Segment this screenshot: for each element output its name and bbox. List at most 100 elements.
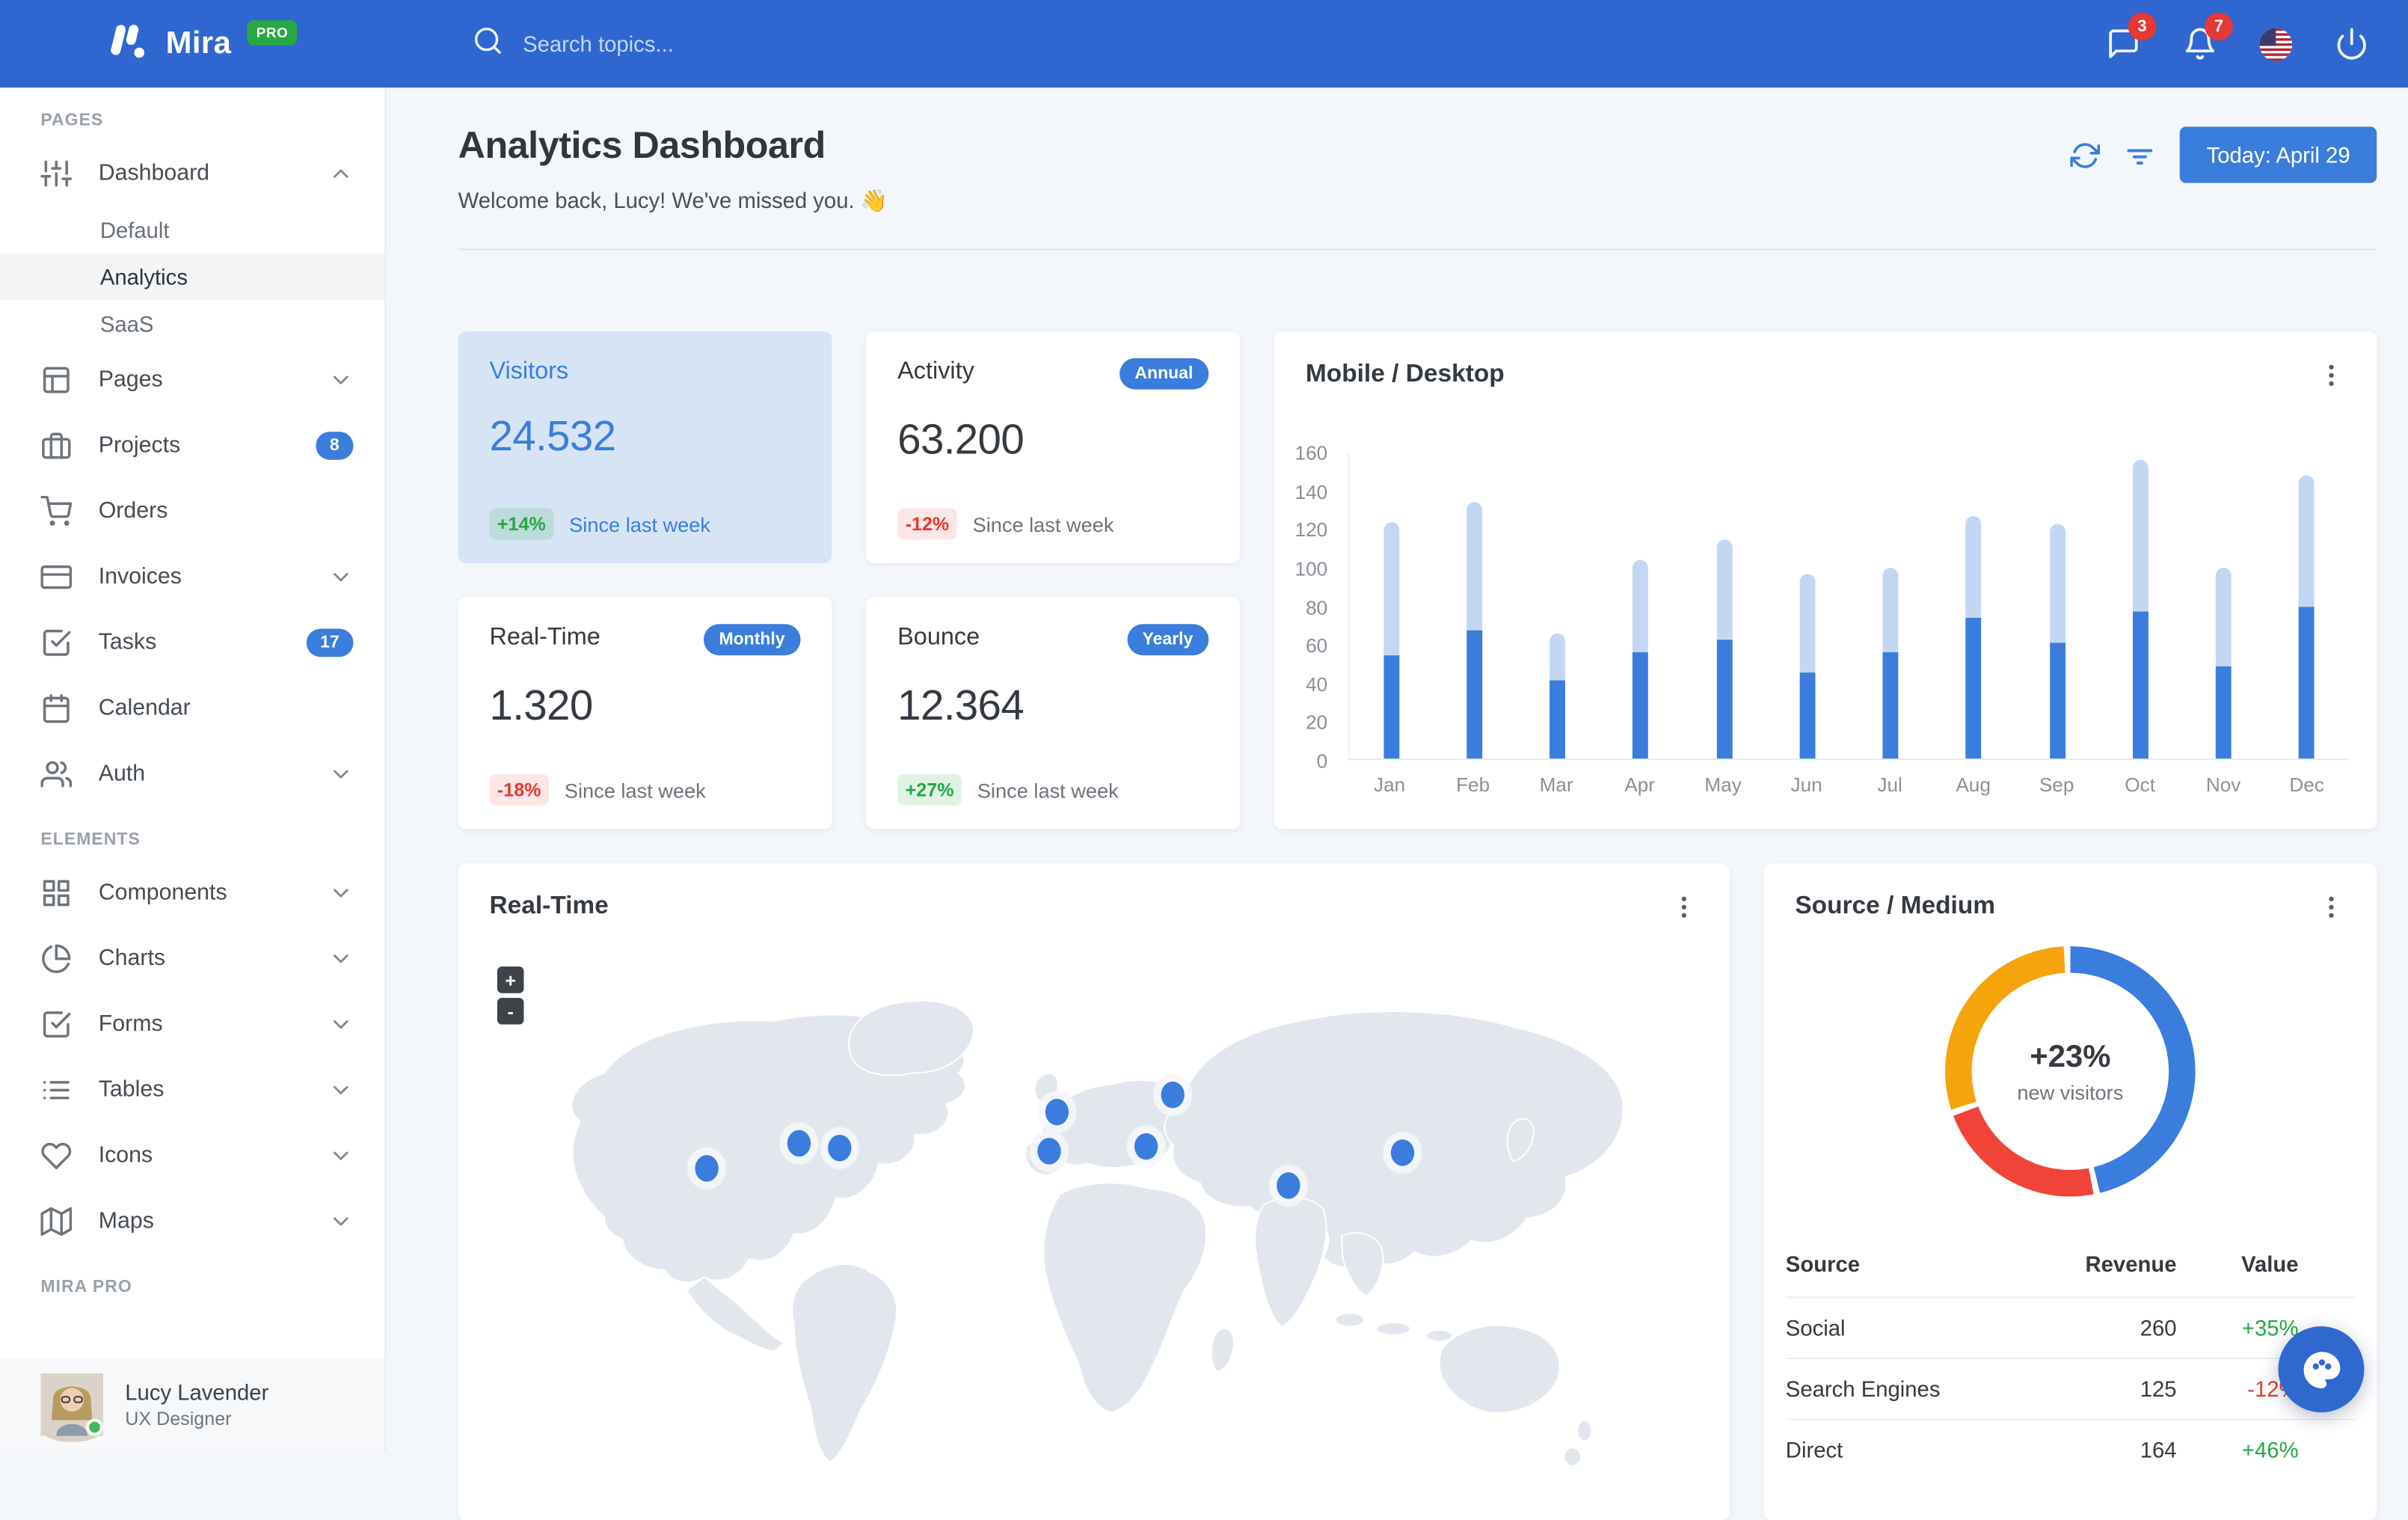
bar-plot [1348,452,2349,761]
calendar-icon [40,693,72,724]
donut-center-value: +23% [2030,1039,2111,1074]
revenue-cell: 260 [2140,1315,2177,1340]
chevron-down-icon [328,565,353,589]
bar-oct [2132,460,2149,759]
sidebar-item-label: Tasks [98,630,157,656]
sidebar-item-pages[interactable]: Pages [0,347,384,413]
sidebar-item-components[interactable]: Components [0,860,384,926]
brand-logo[interactable]: Mira PRO [103,16,298,71]
briefcase-icon [40,430,72,462]
sidebar-user[interactable]: Lucy Lavender UX Designer [0,1357,385,1452]
x-axis-label: Jul [1877,773,1902,797]
sidebar-item-label: Icons [98,1143,153,1168]
value-cell: +46% [2241,1437,2299,1462]
sidebar-subitem-default[interactable]: Default [0,206,384,254]
sidebar-item-label: Maps [98,1209,154,1234]
map-marker-ankara[interactable] [1134,1133,1158,1159]
sidebar: PAGES Dashboard Default Analytics SaaS Pages P… [0,88,387,1452]
header-divider [458,248,2377,251]
revenue-cell: 164 [2140,1437,2177,1462]
stat-card-activity: Activity Annual 63.200 -12% Since last week [866,331,1241,563]
map-marker-new-york[interactable] [828,1135,852,1162]
source-menu-dots-icon[interactable] [2318,893,2346,922]
source-table-header: Source Revenue Value [1785,1251,2299,1277]
sidebar-subitem-label: Default [99,217,170,243]
map-marker-moscow[interactable] [1160,1082,1185,1109]
brand-name: Mira [165,25,232,61]
sidebar-item-label: Auth [98,761,146,787]
map-marker-madrid[interactable] [1037,1137,1061,1164]
map-marker-delhi[interactable] [1277,1172,1300,1200]
stat-value: 24.532 [489,412,616,460]
sidebar-subitem-label: Analytics [99,264,188,289]
map-marker-london[interactable] [1045,1098,1069,1126]
map-marker-beijing[interactable] [1390,1139,1414,1165]
x-axis-label: Feb [1456,773,1490,797]
sidebar-item-orders[interactable]: Orders [0,479,384,545]
sidebar-item-label: Charts [98,946,166,972]
sidebar-item-projects[interactable]: Projects 8 [0,413,384,479]
sidebar-item-maps[interactable]: Maps [0,1189,384,1254]
sidebar-item-dashboard[interactable]: Dashboard [0,141,384,206]
chart-menu-dots-icon[interactable] [2318,361,2346,390]
date-range-button[interactable]: Today: April 29 [2180,126,2377,183]
messages-count-badge: 3 [2128,12,2157,41]
map-zoom-in-button[interactable]: + [497,966,524,993]
sidebar-item-tables[interactable]: Tables [0,1057,384,1123]
source-table-row-search-engines: Search Engines 125 -12% [1785,1357,2355,1419]
delta-badge: -18% [489,773,549,806]
sidebar-item-calendar[interactable]: Calendar [0,675,384,741]
map-zoom-out-button[interactable]: - [497,997,524,1025]
stat-note: Since last week [972,512,1114,536]
sidebar-item-tasks[interactable]: Tasks 17 [0,610,384,675]
sidebar-item-invoices[interactable]: Invoices [0,545,384,610]
map-marker-chicago[interactable] [787,1130,811,1156]
heart-icon [40,1140,72,1171]
bar-jun [1799,573,1816,759]
sidebar-item-icons[interactable]: Icons [0,1123,384,1189]
power-logout-icon[interactable] [2335,27,2369,61]
refresh-icon[interactable] [2070,140,2101,170]
notifications-bell-icon[interactable]: 7 [2183,12,2233,61]
sidebar-item-charts[interactable]: Charts [0,926,384,992]
stat-title: Real-Time [489,624,601,651]
x-axis-label: May [1704,773,1742,797]
sidebar-item-forms[interactable]: Forms [0,992,384,1058]
messages-icon[interactable]: 3 [2106,12,2157,61]
sidebar-item-label: Invoices [98,564,182,590]
map-menu-dots-icon[interactable] [1670,893,1698,922]
x-axis-label: Jun [1790,773,1822,797]
sidebar-count-badge: 17 [306,628,354,658]
sidebar-subitem-saas[interactable]: SaaS [0,300,384,347]
search-icon [473,24,504,63]
bar-ylabels: 0 20 40 60 80 100 120 140 160 [1274,331,1339,829]
mobile-desktop-chart-card: Mobile / Desktop 0 20 40 60 80 100 120 140 160 J… [1274,331,2377,830]
period-pill-badge[interactable]: Yearly [1126,624,1209,656]
filter-icon[interactable] [2125,140,2155,170]
search-input[interactable] [523,31,867,57]
period-pill-badge[interactable]: Monthly [703,624,801,656]
layout-icon [40,364,72,396]
language-flag-icon[interactable] [2259,27,2293,61]
bar-feb [1466,502,1482,759]
user-name: Lucy Lavender [125,1379,269,1406]
x-axis-label: Sep [2039,773,2074,797]
top-navbar: Mira PRO 3 7 [0,0,2408,88]
stat-value: 63.200 [897,416,1025,463]
map-marker-san-francisco[interactable] [695,1154,719,1182]
stat-title: Activity [897,358,974,385]
source-medium-card: Source / Medium +23% new visitors Source… [1763,863,2377,1520]
source-cell: Search Engines [1785,1376,1941,1402]
navbar-actions: 3 7 [2106,12,2408,61]
x-axis-label: Dec [2289,773,2324,797]
bar-may [1716,539,1732,759]
donut-center-label: new visitors [2017,1079,2124,1104]
theme-settings-fab[interactable] [2278,1326,2365,1413]
donut-chart: +23% new visitors [1945,946,2196,1197]
period-pill-badge[interactable]: Annual [1119,358,1209,390]
sidebar-item-auth[interactable]: Auth [0,741,384,807]
chevron-down-icon [328,761,353,786]
source-table: Source Revenue Value Social 260 +35% Search… [1785,1236,2355,1480]
sidebar-subitem-analytics[interactable]: Analytics [0,253,385,301]
stat-title: Bounce [897,624,980,651]
